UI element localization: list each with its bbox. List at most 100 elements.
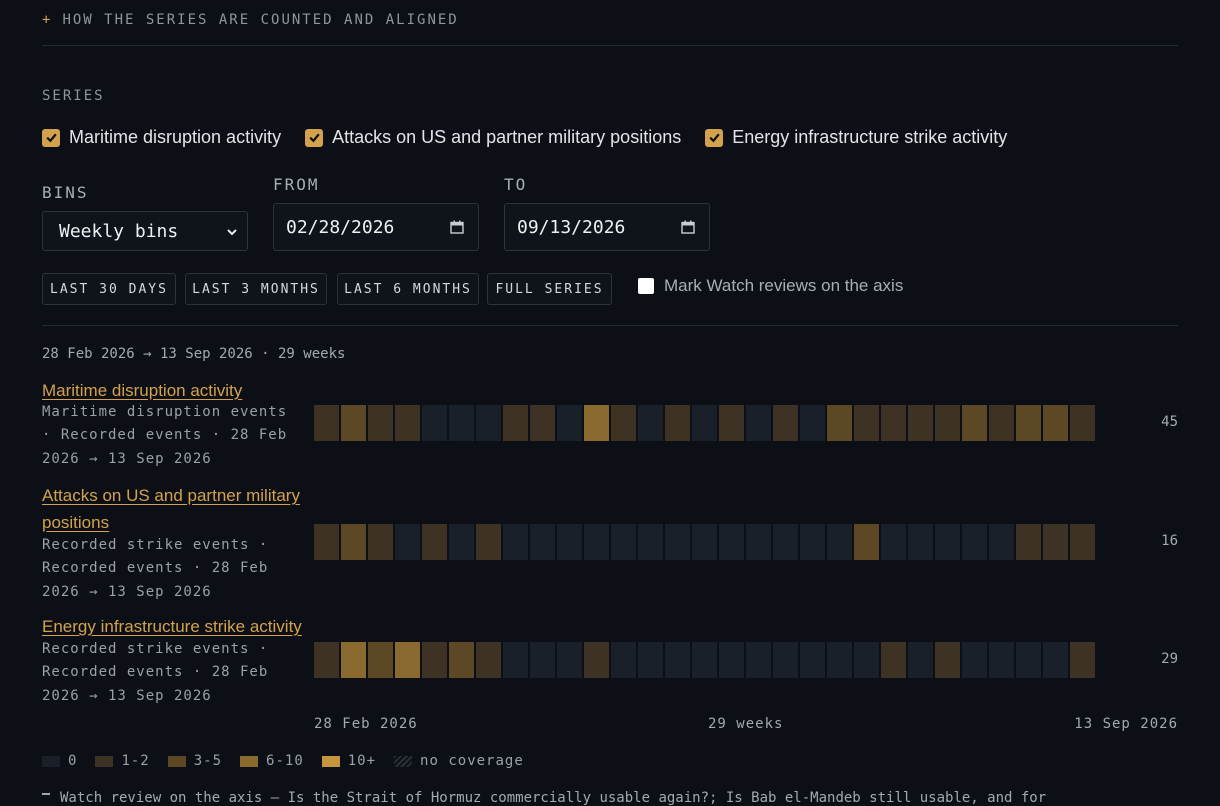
legend-item: no coverage (394, 753, 524, 769)
legend-label: 1-2 (121, 753, 150, 769)
heat-cell (314, 524, 339, 560)
heat-strip-attacks (314, 524, 1095, 560)
heat-cell (476, 405, 501, 441)
heat-cell (800, 405, 825, 441)
legend-label: 6-10 (266, 753, 304, 769)
heat-cell (989, 405, 1014, 441)
heat-cell (503, 524, 528, 560)
series-title-energy[interactable]: Energy infrastructure strike activity (42, 613, 302, 640)
series-checkbox-label: Maritime disruption activity (69, 127, 282, 147)
heat-cell (935, 405, 960, 441)
heat-cell (692, 642, 717, 678)
checkbox-checked-icon[interactable] (705, 128, 724, 147)
series-checkbox-attacks[interactable]: Attacks on US and partner military posit… (305, 127, 681, 148)
divider (42, 325, 1178, 326)
legend-swatch (42, 755, 60, 767)
legend-label: 3-5 (193, 753, 223, 769)
heat-cell (530, 405, 555, 441)
heat-cell (314, 405, 339, 441)
heat-cell (611, 524, 636, 560)
series-total: 16 (1161, 533, 1178, 549)
heat-cell (341, 524, 366, 560)
preset-last-3-months-button[interactable]: LAST 3 MONTHS (185, 273, 327, 305)
series-title-maritime[interactable]: Maritime disruption activity (42, 377, 242, 404)
heat-cell (962, 642, 987, 678)
heat-cell (557, 405, 582, 441)
heat-cell (1043, 524, 1068, 560)
heat-legend: 0 1-2 3-5 6-10 10+ no coverage (42, 753, 542, 769)
legend-swatch (167, 755, 186, 767)
series-title-attacks[interactable]: Attacks on US and partner military posit… (42, 482, 307, 536)
preset-last-6-months-button[interactable]: LAST 6 MONTHS (337, 273, 479, 305)
axis-middle-label: 29 weeks (708, 716, 784, 732)
range-summary: 28 Feb 2026 → 13 Sep 2026 · 29 weeks (42, 346, 346, 362)
heat-cell (395, 524, 420, 560)
heat-cell (503, 642, 528, 678)
legend-swatch (95, 755, 114, 767)
heat-cell (1070, 642, 1095, 678)
heat-cell (827, 524, 852, 560)
heat-cell (692, 524, 717, 560)
series-description: Maritime disruption events · Recorded ev… (42, 404, 288, 467)
heat-cell (368, 405, 393, 441)
axis-end-label: 13 Sep 2026 (1074, 716, 1178, 732)
heat-cell (476, 642, 501, 678)
heat-cell (989, 524, 1014, 560)
heat-cell (1016, 524, 1041, 560)
series-total: 29 (1161, 651, 1178, 667)
heat-cell (584, 642, 609, 678)
heat-cell (719, 405, 744, 441)
heat-strip-maritime (314, 405, 1095, 441)
heat-cell (584, 524, 609, 560)
heat-cell (908, 405, 933, 441)
series-description: Recorded strike events · Recorded events… (42, 537, 269, 600)
legend-item: 3-5 (167, 753, 223, 769)
axis-start-label: 28 Feb 2026 (314, 716, 418, 732)
heat-cell (422, 524, 447, 560)
heat-cell (341, 642, 366, 678)
preset-last-30-days-button[interactable]: LAST 30 DAYS (42, 273, 176, 305)
heat-cell (773, 405, 798, 441)
legend-label: 10+ (347, 753, 377, 769)
heat-cell (746, 524, 771, 560)
heat-cell (854, 642, 879, 678)
from-date-value: 02/28/2026 (286, 216, 395, 238)
heat-cell (665, 405, 690, 441)
watch-reviews-checkbox[interactable] (638, 278, 654, 294)
heat-cell (557, 524, 582, 560)
calendar-icon[interactable] (681, 220, 695, 234)
checkbox-checked-icon[interactable] (42, 128, 60, 147)
legend-label: 0 (68, 753, 78, 769)
watch-reviews-label: Mark Watch reviews on the axis (664, 276, 904, 295)
watch-review-footnote: Watch review on the axis — Is the Strait… (42, 790, 1046, 806)
series-checkbox-energy[interactable]: Energy infrastructure strike activity (705, 127, 1007, 148)
heat-cell (1070, 405, 1095, 441)
heat-cell (827, 642, 852, 678)
heat-cell (854, 405, 879, 441)
heat-cell (908, 524, 933, 560)
series-checkbox-maritime[interactable]: Maritime disruption activity (42, 127, 281, 148)
heat-cell (881, 405, 906, 441)
heat-cell (665, 524, 690, 560)
series-checkbox-label: Energy infrastructure strike activity (732, 127, 1008, 147)
calendar-icon[interactable] (450, 220, 464, 234)
heat-cell (314, 642, 339, 678)
heat-cell (395, 405, 420, 441)
heat-cell (638, 524, 663, 560)
to-date-input[interactable]: 09/13/2026 (504, 203, 710, 251)
heat-cell (1043, 405, 1068, 441)
heat-cell (989, 642, 1014, 678)
heat-cell (746, 405, 771, 441)
heat-cell (800, 642, 825, 678)
watch-reviews-toggle[interactable]: Mark Watch reviews on the axis (638, 276, 903, 296)
checkbox-checked-icon[interactable] (305, 128, 324, 147)
series-description: Recorded strike events · Recorded events… (42, 641, 269, 704)
bins-select-value: Weekly bins (59, 220, 179, 242)
heat-cell (1043, 642, 1068, 678)
preset-full-series-button[interactable]: FULL SERIES (487, 273, 612, 305)
methodology-toggle[interactable]: + HOW THE SERIES ARE COUNTED AND ALIGNED (42, 12, 459, 28)
legend-swatch (321, 755, 340, 767)
bins-select[interactable]: Weekly bins (42, 211, 248, 251)
from-date-input[interactable]: 02/28/2026 (273, 203, 479, 251)
heat-cell (881, 524, 906, 560)
